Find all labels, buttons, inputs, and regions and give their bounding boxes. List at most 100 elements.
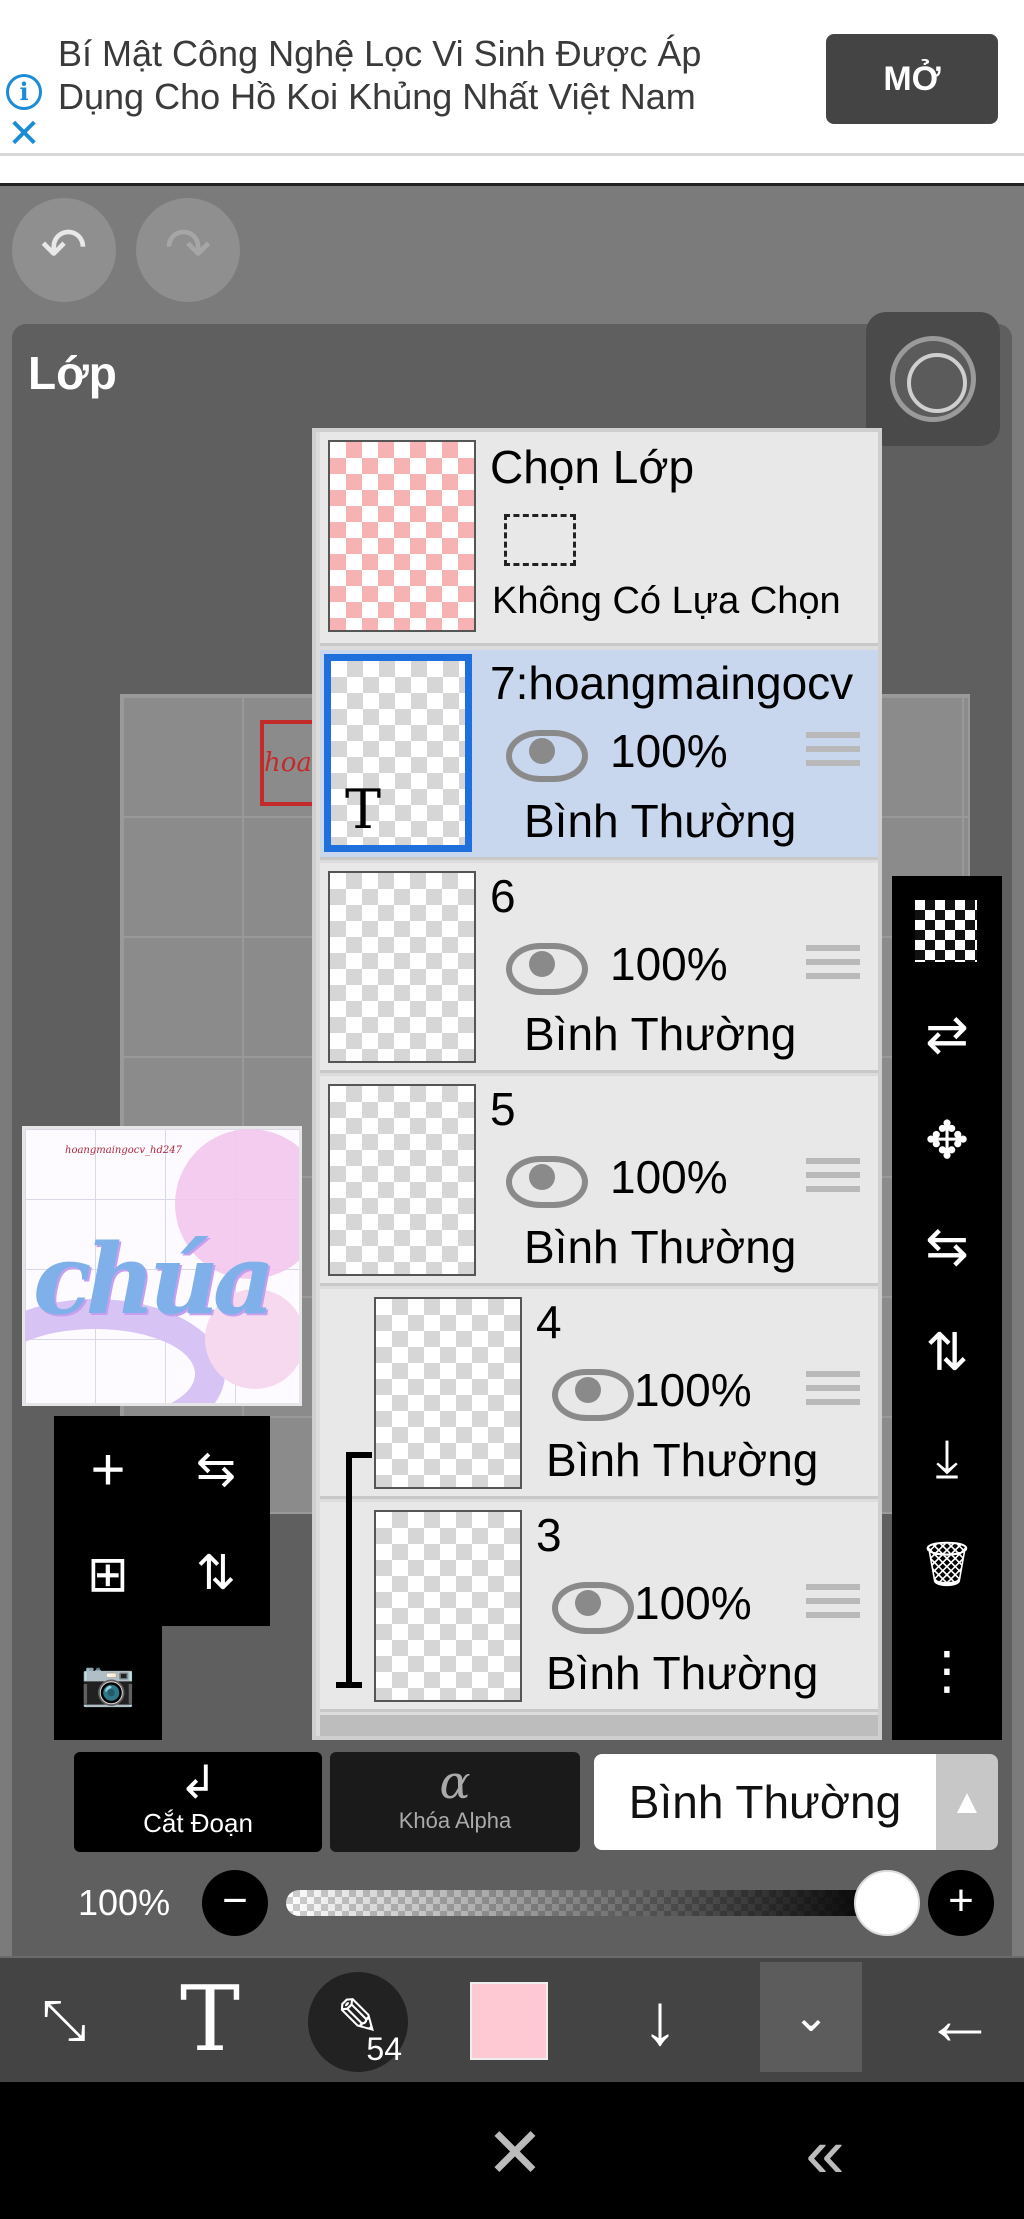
layer-opacity: 100% (610, 938, 728, 990)
brush-size: 54 (366, 2031, 402, 2067)
alpha-lock-button[interactable]: α Khóa Alpha (330, 1752, 580, 1852)
eye-icon[interactable] (550, 1367, 634, 1421)
drag-handle-icon[interactable] (806, 1584, 860, 1624)
clip-arrow-icon (346, 1452, 352, 1682)
clip-arrow-icon (336, 1682, 362, 1688)
move-icon[interactable]: ✥ (892, 1088, 1002, 1194)
transfer-icon[interactable]: ⇄ (892, 982, 1002, 1088)
layer-name: 3 (536, 1509, 562, 1561)
layer-name: 7:hoangmaingocv (490, 657, 854, 709)
flip-horizontal-icon[interactable]: ⇆ (892, 1194, 1002, 1300)
right-toolbar: ⇄ ✥ ⇆ ⇅ ⤓ 🗑 ⋮ (892, 876, 1002, 1740)
layer-opacity: 100% (610, 1151, 728, 1203)
ad-open-button[interactable]: MỞ (826, 34, 998, 124)
circle-icon (890, 336, 976, 422)
transform-tool-icon[interactable]: ⤡ (14, 1958, 114, 2082)
add-layer-icon[interactable]: + (54, 1416, 162, 1524)
checker-icon (915, 900, 977, 962)
delete-icon[interactable]: 🗑 (892, 1512, 1002, 1618)
color-swatch[interactable] (470, 1982, 548, 2060)
selection-thumbnail (328, 440, 476, 632)
nav-close-icon[interactable]: ✕ (470, 2108, 560, 2198)
text-tool-icon[interactable]: T (160, 1958, 260, 2082)
flip-vertical-icon[interactable]: ⇅ (892, 1300, 1002, 1406)
ad-separator (0, 156, 1024, 186)
camera-icon[interactable]: 📷 (54, 1630, 162, 1738)
ad-text[interactable]: Bí Mật Công Nghệ Lọc Vi Sinh Được Áp Dụn… (58, 32, 798, 118)
more-icon[interactable]: ⋮ (892, 1618, 1002, 1724)
layer-row-6[interactable]: 6 100% Bình Thường (320, 863, 878, 1073)
eye-icon[interactable] (504, 941, 588, 995)
eye-icon[interactable] (504, 1154, 588, 1208)
layer-opacity: 100% (634, 1577, 752, 1629)
ad-info-icon[interactable]: i (6, 74, 42, 110)
clipping-button[interactable]: ↲ Cắt Đoạn (74, 1752, 322, 1852)
layer-opacity: 100% (634, 1364, 752, 1416)
canvas-text-fragment: hoai (260, 720, 320, 806)
undo-button[interactable]: ↶ (12, 198, 116, 302)
selection-status: Không Có Lựa Chọn (492, 580, 841, 622)
opacity-slider-track[interactable] (286, 1890, 886, 1916)
layer-row-5[interactable]: 5 100% Bình Thường (320, 1076, 878, 1286)
layer-thumbnail (328, 871, 476, 1063)
add-copy-layer-icon[interactable]: ⊞ (54, 1520, 162, 1628)
layer-thumbnail: T (324, 654, 472, 852)
layer-thumbnail (374, 1297, 522, 1489)
ad-banner[interactable]: Bí Mật Công Nghệ Lọc Vi Sinh Được Áp Dụn… (0, 0, 1024, 156)
opacity-slider-thumb[interactable] (854, 1870, 920, 1936)
layer-row-4[interactable]: 4 100% Bình Thường (320, 1289, 878, 1499)
canvas-thumbnail[interactable]: hoangmaingocv_hd247 chúa (22, 1126, 302, 1406)
thumbnail-caption: hoangmaingocv_hd247 (65, 1145, 182, 1156)
layer-name: 6 (490, 870, 516, 922)
nav-back-icon[interactable]: « (780, 2108, 870, 2198)
layer-blend: Bình Thường (546, 1434, 819, 1486)
opacity-increase-button[interactable]: + (928, 1870, 994, 1936)
flip-horizontal-icon[interactable]: ⇆ (162, 1416, 270, 1524)
clipping-label: Cắt Đoạn (143, 1808, 253, 1838)
drag-handle-icon[interactable] (806, 732, 860, 772)
layer-thumbnail (374, 1510, 522, 1702)
alpha-lock-label: Khóa Alpha (398, 1808, 512, 1833)
selection-layer[interactable]: Chọn Lớp Không Có Lựa Chọn (320, 432, 878, 646)
layer-row-7[interactable]: T 7:hoangmaingocv 100% Bình Thường (320, 650, 878, 860)
opacity-label: 100% (78, 1882, 171, 1923)
drag-handle-icon[interactable] (806, 1158, 860, 1198)
selection-marquee-icon (504, 514, 576, 566)
layer-name: 5 (490, 1083, 516, 1135)
layer-blend: Bình Thường (524, 1221, 797, 1273)
selection-layer-title: Chọn Lớp (490, 441, 695, 493)
left-toolbar: + ⇆ ⊞ ⇅ (54, 1416, 270, 1626)
transparency-checker-button[interactable] (892, 876, 1002, 982)
clip-arrow-icon (346, 1452, 372, 1458)
layer-blend: Bình Thường (546, 1647, 819, 1699)
layer-blend: Bình Thường (524, 795, 797, 847)
thumbnail-script-text: chúa (33, 1223, 275, 1336)
drag-handle-icon[interactable] (806, 1371, 860, 1411)
collapse-icon[interactable]: ⌄ (760, 1962, 862, 2072)
lock-icon: α (439, 1755, 471, 1809)
flip-vertical-icon[interactable]: ⇅ (162, 1520, 270, 1628)
opacity-decrease-button[interactable]: − (202, 1870, 268, 1936)
eye-icon[interactable] (504, 728, 588, 782)
ad-close-icon[interactable]: ✕ (6, 114, 42, 154)
blend-mode-select[interactable]: Bình Thường (594, 1754, 936, 1850)
layer-blend: Bình Thường (524, 1008, 797, 1060)
layer-row-partial (320, 1715, 878, 1736)
merge-down-icon[interactable]: ⤓ (892, 1406, 1002, 1512)
layer-list[interactable]: Chọn Lớp Không Có Lựa Chọn T 7:hoangmain… (312, 428, 882, 1740)
layer-row-3[interactable]: 3 100% Bình Thường (320, 1502, 878, 1712)
clip-icon: ↲ (178, 1756, 218, 1808)
down-arrow-icon[interactable]: ↓ (610, 1958, 710, 2082)
layer-thumbnail (328, 1084, 476, 1276)
ad-text-line2: Dụng Cho Hồ Koi Khủng Nhất Việt Nam (58, 76, 696, 117)
back-arrow-icon[interactable]: ← (910, 1958, 1010, 2082)
text-layer-icon: T (345, 778, 382, 841)
drag-handle-icon[interactable] (806, 945, 860, 985)
redo-button[interactable]: ↷ (136, 198, 240, 302)
eye-icon[interactable] (550, 1580, 634, 1634)
brush-tool-button[interactable]: ✎ 54 (308, 1972, 408, 2072)
blend-mode-arrow-icon[interactable]: ▲ (936, 1754, 998, 1850)
panel-title: Lớp (28, 347, 117, 399)
ad-text-line1: Bí Mật Công Nghệ Lọc Vi Sinh Được Áp (58, 33, 702, 74)
layer-name: 4 (536, 1296, 562, 1348)
